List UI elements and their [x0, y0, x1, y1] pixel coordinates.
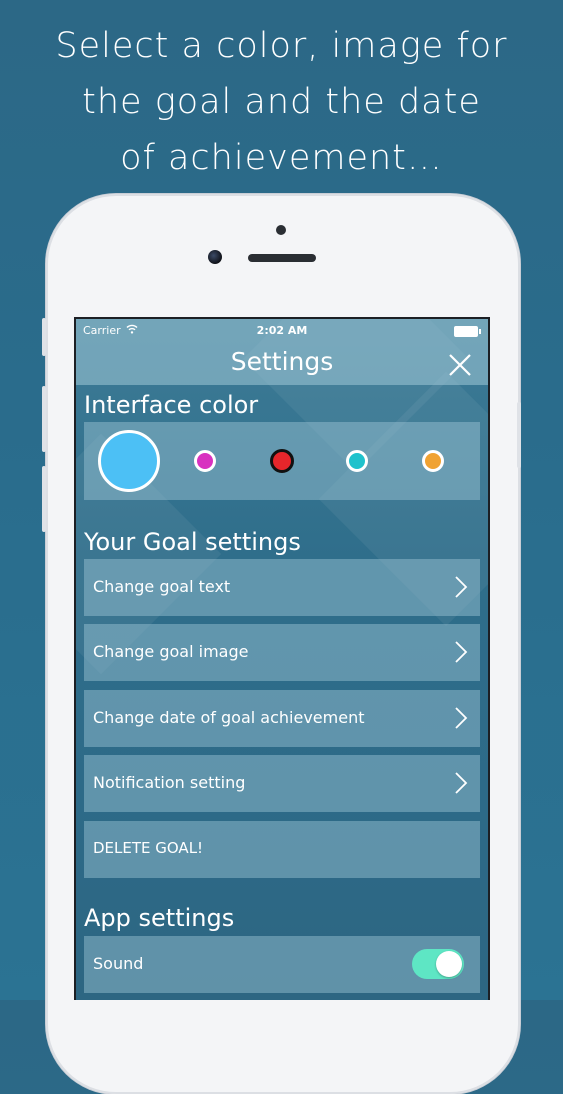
toggle-knob	[436, 951, 462, 977]
chevron-right-icon	[455, 707, 468, 729]
phone-side-button-left-top	[42, 318, 46, 356]
row-label: Change date of goal achievement	[93, 708, 365, 727]
status-time: 2:02 AM	[256, 324, 308, 337]
color-swatch-magenta[interactable]	[194, 450, 216, 472]
row-label: DELETE GOAL!	[93, 839, 204, 857]
color-picker	[84, 422, 480, 500]
close-icon[interactable]	[446, 351, 474, 379]
chevron-right-icon	[455, 772, 468, 794]
battery-icon	[454, 326, 481, 337]
earpiece-speaker	[248, 254, 316, 262]
row-label: Notification setting	[93, 773, 246, 792]
delete-goal-button[interactable]: DELETE GOAL!	[84, 821, 480, 878]
change-goal-text-row[interactable]: Change goal text	[84, 559, 480, 616]
row-label: Change goal image	[93, 642, 249, 661]
sound-row: Sound	[84, 936, 480, 993]
color-swatch-red[interactable]	[270, 449, 294, 473]
navigation-bar: Carrier 2:02 AM Settings	[76, 319, 488, 385]
chevron-right-icon	[455, 576, 468, 598]
headline-line-2: the goal and the date	[82, 82, 481, 122]
change-goal-date-row[interactable]: Change date of goal achievement	[84, 690, 480, 747]
headline-line-1: Select a color, image for	[55, 26, 508, 66]
color-swatch-light-blue[interactable]	[98, 430, 160, 492]
color-swatch-orange[interactable]	[422, 450, 444, 472]
notification-setting-row[interactable]: Notification setting	[84, 755, 480, 812]
phone-side-button-left-low	[42, 466, 46, 532]
color-swatch-cyan[interactable]	[346, 450, 368, 472]
front-sensor	[276, 225, 286, 235]
app-screen: Carrier 2:02 AM Settings Interface color…	[74, 317, 490, 1000]
page-title: Settings	[230, 347, 334, 376]
chevron-right-icon	[455, 641, 468, 663]
status-bar: Carrier 2:02 AM	[76, 319, 488, 341]
front-camera	[208, 250, 222, 264]
sound-label: Sound	[93, 954, 144, 973]
headline-line-3: of achievement…	[120, 138, 443, 178]
phone-side-button-right	[517, 402, 521, 468]
change-goal-image-row[interactable]: Change goal image	[84, 624, 480, 681]
phone-side-button-left-mid	[42, 386, 46, 452]
goal-settings-heading: Your Goal settings	[84, 528, 301, 556]
app-settings-heading: App settings	[84, 904, 235, 932]
sound-toggle[interactable]	[412, 949, 464, 979]
headline: Select a color, image for the goal and t…	[0, 18, 563, 186]
row-label: Change goal text	[93, 577, 231, 596]
interface-color-heading: Interface color	[84, 391, 259, 419]
